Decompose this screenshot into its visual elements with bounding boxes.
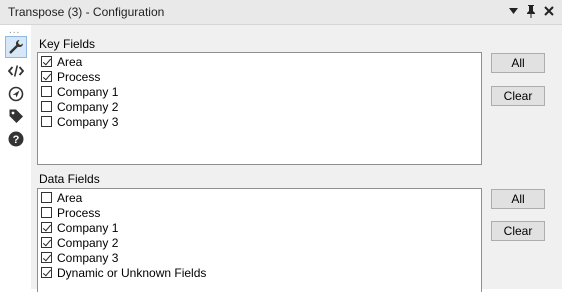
list-item-label: Company 1 bbox=[57, 84, 119, 99]
window-title: Transpose (3) - Configuration bbox=[8, 5, 165, 19]
key-fields-label: Key Fields bbox=[39, 37, 96, 51]
list-item[interactable]: Company 2 bbox=[41, 99, 118, 114]
list-item[interactable]: Company 1 bbox=[41, 84, 118, 99]
close-icon[interactable] bbox=[542, 3, 556, 19]
window-controls bbox=[506, 3, 556, 19]
checkbox[interactable] bbox=[41, 267, 52, 278]
checkbox[interactable] bbox=[41, 237, 52, 248]
pin-icon[interactable] bbox=[524, 3, 538, 19]
list-item[interactable]: Company 1 bbox=[41, 220, 118, 235]
checkbox[interactable] bbox=[41, 56, 52, 67]
data-fields-all-button[interactable]: All bbox=[491, 189, 545, 209]
config-panel: Key Fields Area Process Company 1 Compan… bbox=[31, 25, 562, 292]
list-item[interactable]: Process bbox=[41, 69, 100, 84]
list-item[interactable]: Dynamic or Unknown Fields bbox=[41, 265, 206, 280]
dropdown-icon[interactable] bbox=[506, 3, 520, 19]
list-item-label: Process bbox=[57, 205, 101, 220]
sidebar: ... ? bbox=[0, 25, 32, 289]
key-fields-list[interactable]: Area Process Company 1 Company 2 Company… bbox=[37, 52, 482, 165]
list-item-label: Area bbox=[57, 54, 83, 69]
list-item-label: Area bbox=[57, 190, 83, 205]
svg-text:?: ? bbox=[13, 134, 20, 146]
help-icon[interactable]: ? bbox=[6, 129, 26, 149]
list-item-label: Company 2 bbox=[57, 99, 119, 114]
list-item-label: Company 3 bbox=[57, 250, 119, 265]
checkbox[interactable] bbox=[41, 252, 52, 263]
checkbox[interactable] bbox=[41, 86, 52, 97]
list-item-label: Process bbox=[57, 69, 101, 84]
wrench-icon[interactable] bbox=[5, 36, 27, 58]
list-item[interactable]: Company 3 bbox=[41, 114, 118, 129]
list-item[interactable]: Process bbox=[41, 205, 100, 220]
list-item[interactable]: Company 2 bbox=[41, 235, 118, 250]
code-icon[interactable] bbox=[6, 61, 26, 81]
checkbox[interactable] bbox=[41, 116, 52, 127]
data-fields-label: Data Fields bbox=[39, 172, 100, 186]
checkbox[interactable] bbox=[41, 222, 52, 233]
checkbox[interactable] bbox=[41, 207, 52, 218]
list-item[interactable]: Area bbox=[41, 54, 82, 69]
data-fields-list[interactable]: Area Process Company 1 Company 2 Company… bbox=[37, 188, 482, 292]
navigate-icon[interactable] bbox=[6, 84, 26, 104]
list-item-label: Company 3 bbox=[57, 114, 119, 129]
sidebar-grip[interactable]: ... bbox=[9, 25, 20, 36]
tag-icon[interactable] bbox=[6, 106, 26, 126]
list-item-label: Dynamic or Unknown Fields bbox=[57, 265, 207, 280]
key-fields-clear-button[interactable]: Clear bbox=[491, 86, 545, 106]
title-bar: Transpose (3) - Configuration bbox=[0, 0, 562, 25]
checkbox[interactable] bbox=[41, 71, 52, 82]
list-item-label: Company 2 bbox=[57, 235, 119, 250]
list-item[interactable]: Company 3 bbox=[41, 250, 118, 265]
data-fields-clear-button[interactable]: Clear bbox=[491, 221, 545, 241]
list-item-label: Company 1 bbox=[57, 220, 119, 235]
list-item[interactable]: Area bbox=[41, 190, 82, 205]
key-fields-all-button[interactable]: All bbox=[491, 53, 545, 73]
checkbox[interactable] bbox=[41, 192, 52, 203]
checkbox[interactable] bbox=[41, 101, 52, 112]
